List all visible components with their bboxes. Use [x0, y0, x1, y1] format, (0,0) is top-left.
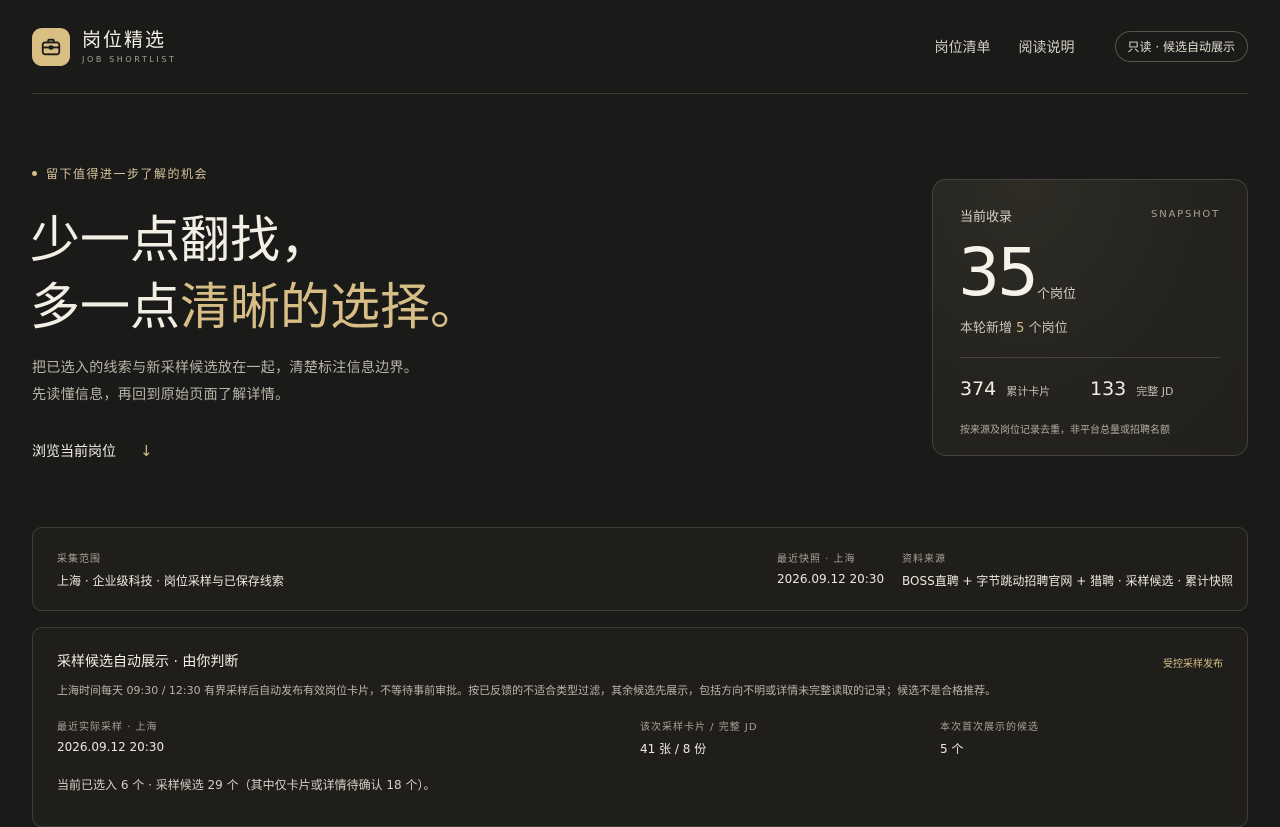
browse-jobs-label: 浏览当前岗位 — [32, 444, 116, 460]
stat-value: 133 — [1090, 378, 1127, 400]
snapshot-time-value: 2026.09.12 20:30 — [777, 572, 885, 586]
new-suffix: 个岗位 — [1028, 321, 1068, 336]
briefcase-icon[interactable] — [32, 28, 70, 66]
field-label: 本次首次展示的候选 — [940, 722, 1039, 733]
snapshot-time-label: 最近快照 · 上海 — [777, 554, 856, 565]
source-label: 资料来源 — [902, 554, 946, 565]
candidate-summary: 当前已选入 6 个 · 采样候选 29 个（其中仅卡片或详情待确认 18 个）。 — [57, 778, 436, 792]
field-value: 5 个 — [940, 742, 964, 756]
candidate-card-title: 采样候选自动展示 · 由你判断 — [57, 654, 239, 670]
site-header: 岗位精选 JOB SHORTLIST 岗位清单 阅读说明 只读 · 候选自动展示 — [32, 0, 1248, 94]
eyebrow-dot-icon — [32, 171, 37, 176]
snapshot-divider — [960, 357, 1220, 358]
main-nav: 岗位清单 阅读说明 只读 · 候选自动展示 — [935, 31, 1248, 62]
hero-description-1: 把已选入的线索与新采样候选放在一起，清楚标注信息边界。 — [32, 360, 419, 376]
nav-link-reading-guide[interactable]: 阅读说明 — [1019, 37, 1075, 57]
snapshot-new-count: 本轮新增 5 个岗位 — [960, 317, 1068, 336]
hero-eyebrow: 留下值得进一步了解的机会 — [32, 165, 208, 182]
mode-badge: 只读 · 候选自动展示 — [1114, 31, 1248, 62]
stat-total-cards: 374 累计卡片 — [960, 378, 1050, 400]
hero-description-2: 先读懂信息，再回到原始页面了解详情。 — [32, 387, 290, 403]
brand-subtitle: JOB SHORTLIST — [82, 55, 177, 64]
scope-value: 上海 · 企业级科技 · 岗位采样与已保存线索 — [57, 574, 284, 588]
snapshot-card: 当前收录 SNAPSHOT 35 个岗位 本轮新增 5 个岗位 374 累计卡片… — [932, 179, 1248, 456]
snapshot-label: 当前收录 — [960, 210, 1013, 225]
browse-jobs-link[interactable]: 浏览当前岗位 ↓ — [32, 441, 153, 461]
field-label: 该次采样卡片 / 完整 JD — [640, 722, 758, 733]
candidate-card-tag: 受控采样发布 — [1163, 659, 1223, 670]
new-count-value: 5 — [1016, 321, 1025, 336]
hero-heading-prefix: 多一点 — [30, 278, 180, 336]
field-value: 41 张 / 8 份 — [640, 742, 707, 756]
hero-heading-line-1: 少一点翻找， — [30, 211, 330, 269]
hero-heading-line-2: 多一点清晰的选择。 — [30, 267, 480, 339]
hero-heading-accent: 清晰的选择。 — [180, 278, 480, 336]
new-prefix: 本轮新增 — [960, 321, 1013, 336]
brand-title[interactable]: 岗位精选 — [82, 25, 166, 52]
source-value: BOSS直聘 + 字节跳动招聘官网 + 猎聘 · 采样候选 · 累计快照 — [902, 574, 1233, 588]
scope-card: 采集范围 上海 · 企业级科技 · 岗位采样与已保存线索 最近快照 · 上海 2… — [32, 527, 1248, 611]
eyebrow-text: 留下值得进一步了解的机会 — [46, 167, 209, 181]
snapshot-tag: SNAPSHOT — [1151, 209, 1220, 220]
stat-label: 累计卡片 — [1006, 385, 1051, 398]
candidate-card-description: 上海时间每天 09:30 / 12:30 有界采样后自动发布有效岗位卡片，不等待… — [57, 684, 997, 697]
field-label: 最近实际采样 · 上海 — [57, 722, 158, 733]
nav-link-job-list[interactable]: 岗位清单 — [935, 37, 991, 57]
stat-full-jd: 133 完整 JD — [1090, 378, 1173, 400]
candidate-card: 采样候选自动展示 · 由你判断 受控采样发布 上海时间每天 09:30 / 12… — [32, 627, 1248, 827]
arrow-down-icon: ↓ — [140, 442, 153, 460]
scope-label: 采集范围 — [57, 554, 101, 565]
field-value: 2026.09.12 20:30 — [57, 740, 165, 754]
snapshot-count-unit: 个岗位 — [1037, 287, 1077, 302]
snapshot-count: 35 — [958, 234, 1039, 311]
snapshot-note: 按来源及岗位记录去重，非平台总量或招聘名额 — [960, 425, 1170, 436]
stat-label: 完整 JD — [1136, 385, 1174, 398]
stat-value: 374 — [960, 378, 997, 400]
